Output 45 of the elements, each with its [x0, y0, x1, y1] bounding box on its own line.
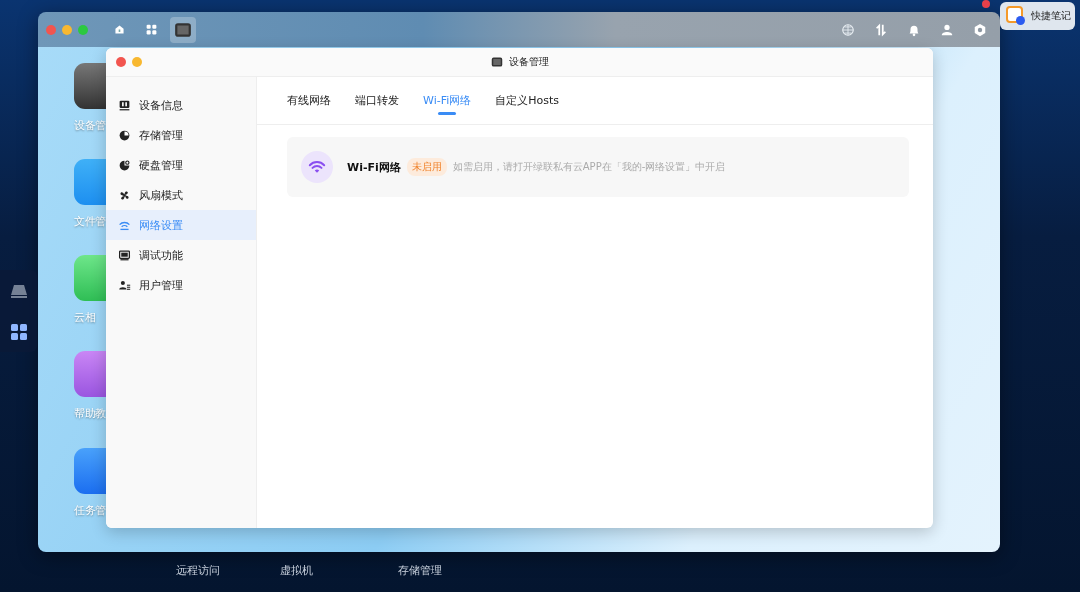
home-icon	[112, 23, 126, 36]
minimize-button[interactable]	[132, 57, 142, 67]
taskbar-item[interactable]: 存储管理	[398, 564, 442, 578]
sidebar-item-icon	[118, 98, 131, 112]
tab[interactable]: 端口转发	[355, 77, 399, 124]
sidebar-item[interactable]: 设备信息	[106, 90, 256, 120]
sidebar-item[interactable]: 调试功能	[106, 240, 256, 270]
sidebar-item-icon	[118, 158, 131, 172]
taskbar-item[interactable]: 远程访问	[176, 564, 220, 578]
sidebar-item-icon	[118, 278, 131, 292]
wifi-title: Wi-Fi网络	[347, 159, 401, 175]
sidebar-item-icon	[118, 248, 131, 262]
close-button[interactable]	[116, 57, 126, 67]
taskbar-item[interactable]: 虚拟机	[280, 564, 313, 578]
tab[interactable]: 自定义Hosts	[495, 77, 560, 124]
apps-icon[interactable]	[8, 321, 29, 342]
wifi-icon	[301, 151, 333, 183]
window-title: 设备管理	[508, 55, 549, 69]
quick-note-widget[interactable]: 快捷笔记	[1000, 2, 1075, 30]
device-icon	[174, 20, 192, 39]
app-label: 任务管	[74, 504, 107, 518]
sidebar-item[interactable]: 风扇模式	[106, 180, 256, 210]
note-icon	[1006, 6, 1026, 26]
minimize-button[interactable]	[62, 24, 72, 35]
status-tag: 未启用	[406, 158, 447, 176]
app-label: 云相	[74, 311, 96, 325]
globe-icon[interactable]	[841, 22, 855, 37]
settings-icon[interactable]	[973, 22, 987, 37]
device-icon	[490, 56, 503, 68]
hint-text: 如需启用，请打开绿联私有云APP在「我的-网络设置」中开启	[452, 160, 726, 174]
tab[interactable]: Wi-Fi网络	[423, 77, 472, 124]
sidebar-item-icon	[118, 128, 131, 142]
transfer-icon[interactable]	[874, 22, 888, 37]
sidebar-item[interactable]: 存储管理	[106, 120, 256, 150]
app-label: 设备管	[74, 119, 107, 133]
app-label: 文件管	[74, 215, 107, 229]
grid-icon	[144, 23, 158, 36]
app-icon[interactable]	[74, 63, 106, 109]
tab[interactable]: 有线网络	[287, 77, 331, 124]
sidebar-item[interactable]: 硬盘管理	[106, 150, 256, 180]
notification-dot	[982, 0, 990, 8]
toolbar-app-button[interactable]	[170, 16, 196, 43]
user-icon[interactable]	[940, 22, 954, 37]
sidebar-item[interactable]: 用户管理	[106, 270, 256, 300]
app-label: 帮助教	[74, 407, 107, 421]
